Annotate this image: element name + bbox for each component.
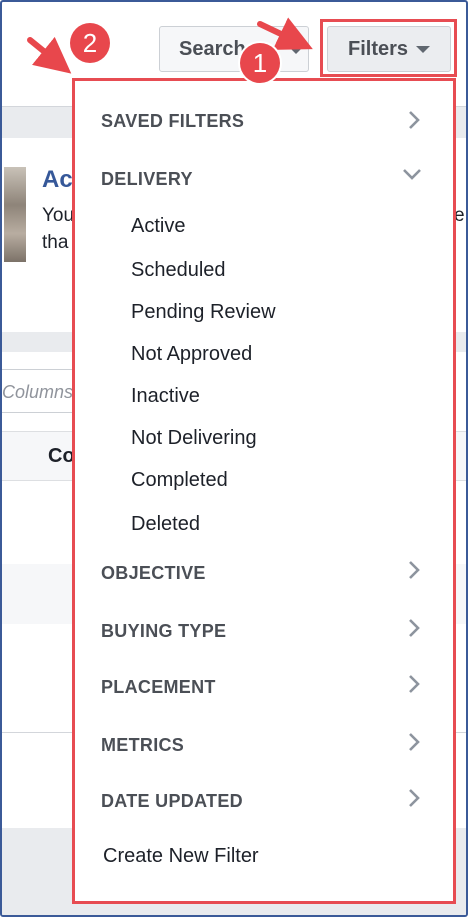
- menu-item-buying-type[interactable]: BUYING TYPE: [101, 621, 226, 642]
- create-new-filter-link[interactable]: Create New Filter: [103, 845, 259, 868]
- step-1-badge: 1: [240, 43, 280, 83]
- chevron-right-icon[interactable]: [405, 559, 423, 581]
- chevron-right-icon[interactable]: [405, 617, 423, 639]
- chevron-right-icon[interactable]: [405, 787, 423, 809]
- menu-item-placement[interactable]: PLACEMENT: [101, 677, 216, 698]
- arrow-to-dropdown: [27, 36, 72, 74]
- delivery-option-pending-review[interactable]: Pending Review: [131, 301, 276, 324]
- delivery-option-not-delivering[interactable]: Not Delivering: [131, 427, 257, 450]
- menu-item-date-updated[interactable]: DATE UPDATED: [101, 791, 243, 812]
- chevron-right-icon[interactable]: [405, 109, 423, 131]
- ad-description-line2: tha: [42, 232, 69, 253]
- ad-title[interactable]: Ac: [42, 166, 73, 194]
- delivery-option-deleted[interactable]: Deleted: [131, 513, 200, 536]
- column-header-label[interactable]: Co: [48, 445, 75, 468]
- delivery-option-active[interactable]: Active: [131, 215, 185, 238]
- menu-item-saved-filters[interactable]: SAVED FILTERS: [101, 111, 244, 132]
- search-button[interactable]: Search: [159, 26, 309, 72]
- delivery-option-not-approved[interactable]: Not Approved: [131, 343, 252, 366]
- menu-item-metrics[interactable]: METRICS: [101, 735, 184, 756]
- chevron-down-icon[interactable]: [401, 165, 423, 183]
- delivery-option-scheduled[interactable]: Scheduled: [131, 259, 226, 282]
- search-button-label: Search: [179, 37, 246, 60]
- delivery-option-inactive[interactable]: Inactive: [131, 385, 200, 408]
- columns-placeholder: Columns: [2, 382, 74, 402]
- filters-dropdown: SAVED FILTERS DELIVERY Active Scheduled …: [72, 78, 456, 904]
- step-2-badge: 2: [70, 23, 110, 63]
- columns-field[interactable]: Columns: [2, 369, 82, 413]
- menu-item-objective[interactable]: OBJECTIVE: [101, 563, 206, 584]
- chevron-right-icon[interactable]: [405, 731, 423, 753]
- filters-highlight-box: [320, 19, 457, 77]
- caret-down-icon: [289, 47, 303, 54]
- app-window: Ac You tha e Columns Co Search Filters S…: [0, 0, 468, 917]
- ad-description-line1: You: [42, 205, 75, 226]
- chevron-right-icon[interactable]: [405, 673, 423, 695]
- ad-thumbnail: [4, 167, 26, 262]
- delivery-option-completed[interactable]: Completed: [131, 469, 228, 492]
- menu-item-delivery[interactable]: DELIVERY: [101, 169, 193, 190]
